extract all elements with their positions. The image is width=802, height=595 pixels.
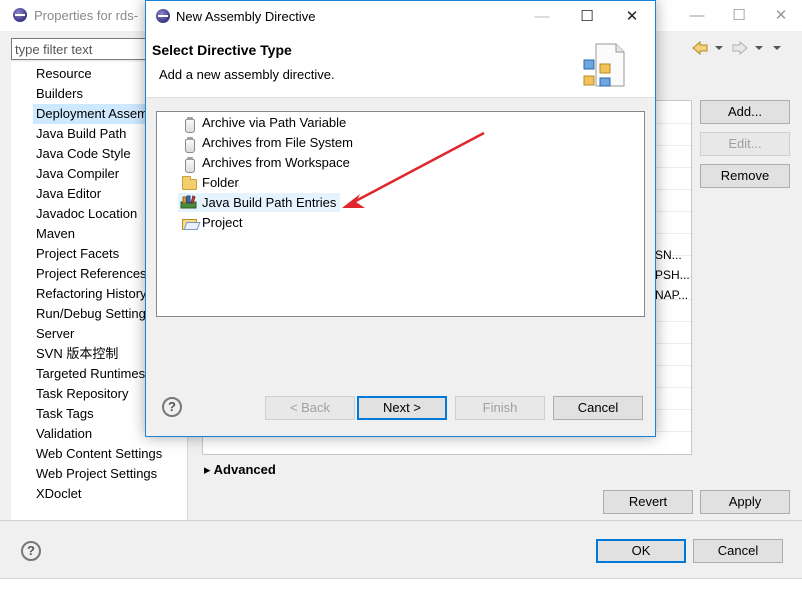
properties-window-controls: — ☐ ✕ (676, 0, 802, 31)
table-cell: SN... (655, 248, 682, 262)
advanced-label: Advanced (213, 462, 276, 477)
jar-icon (185, 137, 195, 153)
properties-cancel-button[interactable]: Cancel (693, 539, 783, 563)
wizard-header: Select Directive Type Add a new assembly… (146, 32, 655, 98)
ok-button[interactable]: OK (596, 539, 686, 563)
dialog-cancel-button[interactable]: Cancel (553, 396, 643, 420)
add-button[interactable]: Add... (700, 100, 790, 124)
forward-arrow-icon[interactable] (732, 41, 748, 55)
separator (0, 520, 802, 521)
tree-item-svn[interactable]: SVN 版本控制 (36, 344, 118, 364)
new-assembly-directive-dialog: New Assembly Directive — ☐ ✕ Select Dire… (145, 0, 656, 437)
tree-item-targeted-runtimes[interactable]: Targeted Runtimes (36, 364, 145, 384)
tree-item-project-references[interactable]: Project References (36, 264, 147, 284)
wizard-banner-icon (583, 43, 625, 87)
tree-item-resource[interactable]: Resource (36, 64, 92, 84)
eclipse-icon (156, 9, 170, 23)
page-navigation (690, 38, 802, 60)
tree-item-java-compiler[interactable]: Java Compiler (36, 164, 119, 184)
dialog-help-icon[interactable]: ? (162, 397, 182, 417)
finish-button[interactable]: Finish (455, 396, 545, 420)
back-arrow-icon[interactable] (692, 41, 708, 55)
apply-button[interactable]: Apply (700, 490, 790, 514)
list-item-folder[interactable]: Folder (202, 173, 239, 192)
folder-icon (182, 176, 197, 190)
minimize-button[interactable]: — (676, 0, 718, 31)
list-item-project[interactable]: Project (202, 213, 242, 232)
dialog-title: New Assembly Directive (176, 9, 316, 24)
back-menu-chevron-icon[interactable] (714, 41, 724, 55)
tree-item-web-content-settings[interactable]: Web Content Settings (36, 444, 162, 464)
library-icon (180, 195, 197, 209)
forward-menu-chevron-icon[interactable] (754, 41, 764, 55)
tree-item-java-code-style[interactable]: Java Code Style (36, 144, 131, 164)
list-item-java-build-path-entries[interactable]: Java Build Path Entries (178, 193, 341, 212)
directive-type-list[interactable]: Archive via Path Variable Archives from … (156, 111, 645, 317)
help-icon[interactable]: ? (21, 541, 41, 561)
tree-item-javadoc-location[interactable]: Javadoc Location (36, 204, 137, 224)
project-icon (182, 219, 197, 230)
dialog-titlebar: New Assembly Directive — ☐ ✕ (146, 1, 655, 32)
tree-item-project-facets[interactable]: Project Facets (36, 244, 119, 264)
eclipse-icon (13, 8, 27, 22)
tree-item-xdoclet[interactable]: XDoclet (36, 484, 82, 504)
tree-item-refactoring-history[interactable]: Refactoring History (36, 284, 147, 304)
tree-item-server[interactable]: Server (36, 324, 74, 344)
dialog-maximize-button[interactable]: ☐ (566, 1, 608, 32)
list-item-archives-from-file-system[interactable]: Archives from File System (202, 133, 353, 152)
edit-button[interactable]: Edit... (700, 132, 790, 156)
back-button[interactable]: < Back (265, 396, 355, 420)
wizard-page-description: Add a new assembly directive. (159, 67, 335, 82)
list-item-archives-from-workspace[interactable]: Archives from Workspace (202, 153, 350, 172)
tree-item-task-tags[interactable]: Task Tags (36, 404, 94, 424)
next-button[interactable]: Next > (357, 396, 447, 420)
tree-item-task-repository[interactable]: Task Repository (36, 384, 128, 404)
table-cell: PSH... (655, 268, 690, 282)
dialog-minimize-button[interactable]: — (521, 1, 563, 32)
remove-button[interactable]: Remove (700, 164, 790, 188)
properties-window-title: Properties for rds- (34, 8, 139, 23)
filter-input[interactable] (11, 38, 161, 60)
maximize-button[interactable]: ☐ (718, 0, 760, 31)
list-item-archive-via-path-variable[interactable]: Archive via Path Variable (202, 113, 346, 132)
jar-icon (185, 157, 195, 173)
background-editor-strip (0, 578, 802, 595)
dialog-close-button[interactable]: ✕ (611, 1, 653, 32)
expand-arrow-icon: ▸ (204, 462, 211, 477)
tree-item-java-editor[interactable]: Java Editor (36, 184, 101, 204)
tree-item-builders[interactable]: Builders (36, 84, 83, 104)
advanced-section-toggle[interactable]: ▸ Advanced (204, 462, 276, 478)
tree-item-maven[interactable]: Maven (36, 224, 75, 244)
jar-icon (185, 117, 195, 133)
tree-item-java-build-path[interactable]: Java Build Path (36, 124, 126, 144)
close-button[interactable]: ✕ (760, 0, 802, 31)
tree-item-validation[interactable]: Validation (36, 424, 92, 444)
wizard-page-title: Select Directive Type (152, 42, 292, 58)
table-cell: NAP... (655, 288, 689, 302)
tree-item-run-debug-settings[interactable]: Run/Debug Setting (36, 304, 146, 324)
view-menu-chevron-icon[interactable] (772, 41, 782, 55)
tree-item-web-project-settings[interactable]: Web Project Settings (36, 464, 157, 484)
revert-button[interactable]: Revert (603, 490, 693, 514)
